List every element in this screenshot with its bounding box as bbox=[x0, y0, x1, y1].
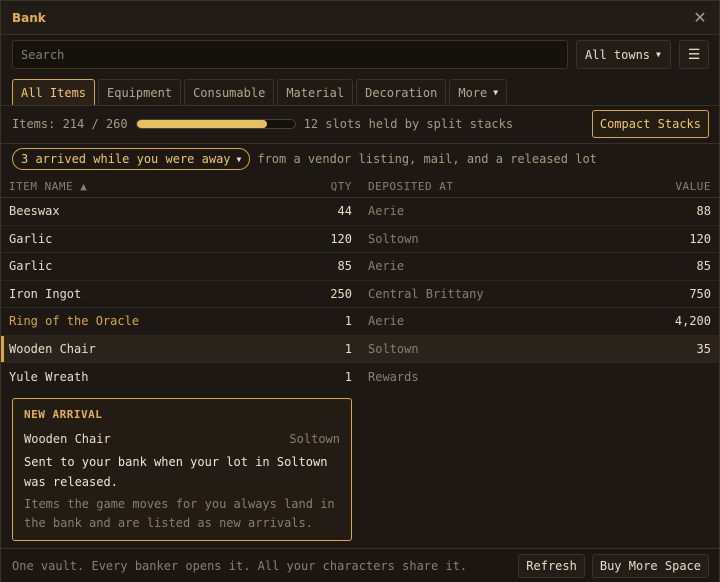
footer-text: One vault. Every banker opens it. All yo… bbox=[12, 558, 468, 573]
table-row-selected[interactable]: Wooden Chair 1 Soltown 35 bbox=[1, 335, 719, 363]
tab-label: More bbox=[458, 85, 488, 100]
tooltip-heading: NEW ARRIVAL bbox=[24, 408, 103, 421]
cell-value: 120 bbox=[689, 231, 711, 246]
tab-label: Consumable bbox=[193, 85, 266, 100]
compact-stacks-button[interactable]: Compact Stacks bbox=[591, 110, 709, 138]
tooltip-item-line: Wooden Chair Soltown bbox=[24, 432, 340, 446]
cell-item-name: Ring of the Oracle bbox=[9, 314, 140, 329]
cell-deposited-at: Soltown bbox=[368, 231, 419, 246]
cell-value: 85 bbox=[696, 259, 711, 274]
tooltip-description: Sent to your bank when your lot in Solto… bbox=[24, 455, 328, 489]
tooltip-footnote: Items the game moves for you always land… bbox=[24, 497, 335, 530]
table-row[interactable]: Garlic 85 Aerie 85 bbox=[1, 253, 719, 281]
cell-value: 750 bbox=[689, 286, 711, 301]
buy-more-space-button[interactable]: Buy More Space bbox=[591, 553, 709, 578]
arrivals-pill-label: 3 arrived while you were away bbox=[21, 152, 231, 166]
town-filter-select[interactable]: All towns ▼ bbox=[576, 40, 671, 69]
cell-value: 35 bbox=[696, 341, 711, 356]
town-filter-value: All towns bbox=[585, 47, 651, 62]
cell-value: 4,200 bbox=[674, 314, 711, 329]
cell-item-name: Yule Wreath bbox=[9, 369, 89, 384]
cell-qty: 1 bbox=[344, 341, 352, 356]
chevron-down-icon: ▼ bbox=[236, 154, 242, 164]
tab-label: Material bbox=[286, 85, 345, 100]
cell-item-name: Iron Ingot bbox=[9, 286, 82, 301]
arrivals-pill[interactable]: 3 arrived while you were away ▼ bbox=[12, 148, 251, 170]
cell-item-name: Garlic bbox=[9, 231, 53, 246]
cell-qty: 250 bbox=[330, 286, 352, 301]
cell-qty: 120 bbox=[330, 231, 352, 246]
hamburger-icon: ☰ bbox=[687, 46, 701, 63]
footer-buttons: Refresh Buy More Space bbox=[518, 553, 709, 578]
title-bar: Bank ✕ bbox=[1, 1, 719, 35]
cell-deposited-at: Aerie bbox=[368, 314, 405, 329]
cell-deposited-at: Soltown bbox=[368, 341, 419, 356]
tab-all-items[interactable]: All Items bbox=[12, 79, 96, 105]
header-value[interactable]: VALUE bbox=[675, 180, 711, 193]
cell-qty: 1 bbox=[344, 369, 352, 384]
item-count: Items: 214 / 260 bbox=[12, 117, 128, 131]
tooltip-item-name: Wooden Chair bbox=[24, 432, 111, 446]
summary-divider bbox=[1, 143, 719, 144]
header-item-name[interactable]: ITEM NAME ▲ bbox=[9, 180, 87, 193]
split-stacks-note: 12 slots held by split stacks bbox=[303, 117, 514, 131]
refresh-button[interactable]: Refresh bbox=[518, 553, 585, 578]
chevron-down-icon: ▼ bbox=[656, 50, 661, 59]
tab-material[interactable]: Material bbox=[277, 79, 354, 105]
arrivals-note: from a vendor listing, mail, and a relea… bbox=[257, 152, 597, 166]
capacity-bar-fill bbox=[136, 120, 267, 128]
table-row[interactable]: Iron Ingot 250 Central Brittany 750 bbox=[1, 281, 719, 308]
category-tabs: All Items Equipment Consumable Material … bbox=[12, 79, 508, 105]
table-row[interactable]: Yule Wreath 1 Rewards bbox=[1, 363, 719, 391]
cell-item-name: Beeswax bbox=[9, 204, 60, 219]
table-row[interactable]: Garlic 120 Soltown 120 bbox=[1, 226, 719, 253]
cell-deposited-at: Aerie bbox=[368, 259, 405, 274]
tab-consumable[interactable]: Consumable bbox=[184, 79, 275, 105]
menu-button[interactable]: ☰ bbox=[679, 40, 709, 69]
table-row[interactable]: Ring of the Oracle 1 Aerie 4,200 bbox=[1, 308, 719, 336]
tab-label: Decoration bbox=[365, 85, 438, 100]
cell-value: 88 bbox=[696, 204, 711, 219]
close-icon[interactable]: ✕ bbox=[691, 8, 709, 27]
search-input[interactable] bbox=[12, 40, 568, 69]
arrivals-row: 3 arrived while you were away ▼ from a v… bbox=[12, 148, 597, 170]
cell-qty: 44 bbox=[337, 204, 352, 219]
tab-label: All Items bbox=[21, 85, 87, 100]
tab-label: Equipment bbox=[107, 85, 173, 100]
table-header: ITEM NAME ▲ QTY DEPOSITED AT VALUE bbox=[1, 176, 719, 198]
cell-qty: 85 bbox=[337, 259, 352, 274]
window-title: Bank bbox=[12, 10, 46, 25]
table-row[interactable]: Beeswax 44 Aerie 88 bbox=[1, 198, 719, 226]
header-qty[interactable]: QTY bbox=[331, 180, 352, 193]
search-row: All towns ▼ ☰ bbox=[12, 40, 709, 69]
chevron-down-icon: ▼ bbox=[493, 88, 499, 97]
cell-item-name: Wooden Chair bbox=[9, 341, 96, 356]
cell-qty: 1 bbox=[344, 314, 352, 329]
header-deposited-at[interactable]: DEPOSITED AT bbox=[368, 180, 453, 193]
tab-equipment[interactable]: Equipment bbox=[98, 79, 182, 105]
tab-divider bbox=[1, 105, 719, 106]
cell-item-name: Garlic bbox=[9, 259, 53, 274]
tab-more[interactable]: More ▼ bbox=[449, 79, 508, 105]
cell-deposited-at: Rewards bbox=[368, 369, 419, 384]
new-arrival-tooltip: NEW ARRIVAL Wooden Chair Soltown Sent to… bbox=[12, 398, 352, 541]
capacity-summary: Items: 214 / 260 12 slots held by split … bbox=[12, 110, 709, 138]
cell-deposited-at: Central Brittany bbox=[368, 286, 484, 301]
tooltip-town: Soltown bbox=[289, 432, 340, 446]
bank-window: Bank ✕ All towns ▼ ☰ All Items Equipment… bbox=[0, 0, 720, 582]
item-table: Beeswax 44 Aerie 88 Garlic 120 Soltown 1… bbox=[1, 198, 719, 391]
capacity-bar bbox=[135, 119, 296, 129]
cell-deposited-at: Aerie bbox=[368, 204, 405, 219]
footer-bar: One vault. Every banker opens it. All yo… bbox=[1, 548, 719, 582]
tab-decoration[interactable]: Decoration bbox=[356, 79, 447, 105]
